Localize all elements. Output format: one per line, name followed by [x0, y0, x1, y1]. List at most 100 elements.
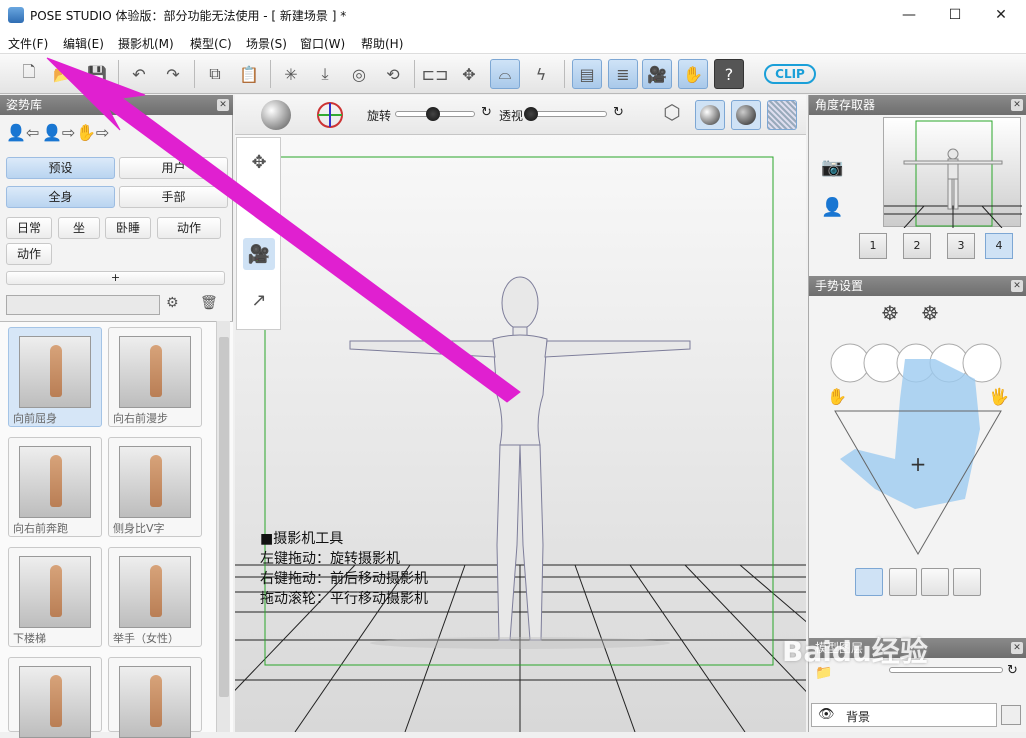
add-category-button[interactable]: + — [6, 271, 225, 285]
layers-icon[interactable]: ≣ — [608, 59, 638, 89]
tab-preset[interactable]: 预设 — [6, 157, 115, 179]
window-title: POSE STUDIO 体验版：部分功能无法使用 - [ 新建场景 ] * — [30, 9, 347, 23]
copy-icon[interactable]: ⧉ — [200, 59, 230, 89]
save-icon[interactable]: 💾 — [82, 59, 112, 89]
left-hand-icon[interactable]: ☸ — [881, 301, 899, 325]
category-lie[interactable]: 卧睡 — [105, 217, 151, 239]
joints-icon[interactable]: ✳ — [276, 59, 306, 89]
open-hand-icon[interactable]: ✋ — [827, 387, 847, 406]
pose-thumb-1[interactable]: 向前屈身 — [8, 327, 102, 427]
spread-hand-icon[interactable]: 🖐 — [989, 387, 1009, 406]
axis-icon[interactable]: ✥ — [454, 59, 484, 89]
panel-list-icon[interactable]: ▤ — [572, 59, 602, 89]
scrollbar-thumb[interactable] — [219, 337, 229, 697]
layer-reset-icon[interactable]: ↻ — [1007, 663, 1018, 678]
3d-viewport[interactable] — [235, 95, 806, 732]
joint-tool-icon[interactable]: ↗ — [243, 284, 275, 316]
rotate-reset-icon[interactable]: ↻ — [481, 105, 492, 120]
pose-thumb-3[interactable]: 向右前奔跑 — [8, 437, 102, 537]
menu-camera[interactable]: 摄影机(M) — [118, 35, 174, 52]
pose-thumb-2[interactable]: 向右前漫步 — [108, 327, 202, 427]
background-texture-icon[interactable] — [767, 100, 797, 130]
angle-slot-3[interactable]: 3 — [947, 233, 975, 259]
right-hand-icon[interactable]: ☸ — [921, 301, 939, 325]
hand-panel-icon[interactable]: ✋ — [678, 59, 708, 89]
category-action[interactable]: 动作 — [157, 217, 221, 239]
help-line-1: ■摄影机工具 — [260, 531, 344, 547]
angle-store-header: 角度存取器 ✕ — [809, 95, 1026, 115]
angle-slot-4[interactable]: 4 — [985, 233, 1013, 259]
menu-edit[interactable]: 编辑(E) — [63, 35, 104, 52]
pose-thumb-6[interactable]: 举手（女性） — [108, 547, 202, 647]
target-icon[interactable]: ◎ — [344, 59, 374, 89]
menu-scene[interactable]: 场景(S) — [246, 35, 287, 52]
reset-pose-icon[interactable]: ⟲ — [378, 59, 408, 89]
portrait-icon[interactable]: 👤 — [821, 197, 843, 218]
pose-search-input[interactable] — [6, 295, 160, 315]
panel-close-icon[interactable]: ✕ — [1011, 642, 1023, 654]
perspective-reset-icon[interactable]: ↻ — [613, 105, 624, 120]
hand-control-area[interactable]: + — [815, 339, 1021, 559]
panel-close-icon[interactable]: ✕ — [217, 99, 229, 111]
angle-preview[interactable] — [883, 117, 1022, 229]
new-file-icon[interactable]: 🗋 — [14, 59, 44, 89]
hand-pose-icon[interactable]: ✋⇨ — [76, 123, 109, 142]
ground-icon[interactable]: ⤓ — [310, 59, 340, 89]
rotate-tool-icon[interactable]: ⟳ — [243, 192, 275, 224]
load-pose-icon[interactable]: 👤⇦ — [6, 123, 39, 142]
open-file-icon[interactable]: 📂 — [48, 59, 78, 89]
scope-full-body[interactable]: 全身 — [6, 186, 115, 208]
layer-row-background[interactable]: 👁 背景 — [811, 703, 997, 727]
panel-close-icon[interactable]: ✕ — [1011, 280, 1023, 292]
wireframe-sphere-icon[interactable] — [695, 100, 725, 130]
shading-sphere-icon[interactable] — [261, 100, 291, 130]
pose-thumb-7[interactable] — [8, 657, 102, 738]
perspective-slider[interactable] — [524, 107, 607, 121]
search-pose-icon[interactable]: ⚙ — [166, 295, 179, 311]
angle-slot-1[interactable]: 1 — [859, 233, 887, 259]
layer-settings-icon[interactable] — [1001, 705, 1021, 725]
camera-panel-icon[interactable]: 🎥 — [642, 59, 672, 89]
help-icon[interactable]: ? — [714, 59, 744, 89]
title-bar: POSE STUDIO 体验版：部分功能无法使用 - [ 新建场景 ] * — … — [0, 0, 1026, 30]
redo-icon[interactable]: ↷ — [158, 59, 188, 89]
delete-pose-icon[interactable]: 🗑 — [200, 295, 218, 311]
pose-thumb-8[interactable] — [108, 657, 202, 738]
cube-view-icon[interactable]: ⬡ — [657, 100, 687, 130]
perspective-label: 透视 — [499, 109, 524, 123]
menu-file[interactable]: 文件(F) — [8, 35, 48, 52]
minimize-button[interactable]: — — [886, 0, 932, 30]
paste-icon[interactable]: 📋 — [234, 59, 264, 89]
undo-icon[interactable]: ↶ — [124, 59, 154, 89]
solid-sphere-icon[interactable] — [731, 100, 761, 130]
menu-help[interactable]: 帮助(H) — [361, 35, 403, 52]
menu-window[interactable]: 窗口(W) — [300, 35, 345, 52]
capture-angle-icon[interactable]: 📷 — [821, 157, 843, 178]
scope-hand[interactable]: 手部 — [119, 186, 228, 208]
category-daily[interactable]: 日常 — [6, 217, 52, 239]
tab-user[interactable]: 用户 — [119, 157, 228, 179]
pose-list-scrollbar[interactable] — [216, 321, 230, 732]
category-action-2[interactable]: 动作 — [6, 243, 52, 265]
hand-preset-1[interactable] — [855, 568, 883, 596]
hand-preset-3[interactable] — [921, 568, 949, 596]
pose-thumb-5[interactable]: 下楼梯 — [8, 547, 102, 647]
category-sit[interactable]: 坐 — [58, 217, 100, 239]
menu-model[interactable]: 模型(C) — [190, 35, 232, 52]
pose-thumb-4[interactable]: 侧身比V字 — [108, 437, 202, 537]
save-pose-icon[interactable]: 👤⇨ — [42, 123, 75, 142]
move-tool-icon[interactable]: ✥ — [243, 146, 275, 178]
panel-close-icon[interactable]: ✕ — [1011, 99, 1023, 111]
lightning-icon[interactable]: ϟ — [526, 59, 556, 89]
bone-icon[interactable]: ⊏⊐ — [420, 59, 450, 89]
maximize-button[interactable]: ☐ — [932, 0, 978, 30]
eye-icon[interactable]: 👁 — [818, 707, 835, 722]
hand-preset-2[interactable] — [889, 568, 917, 596]
camera-tool-icon[interactable]: 🎥 — [243, 238, 275, 270]
color-wheel-icon[interactable] — [315, 100, 345, 130]
close-button[interactable]: ✕ — [978, 0, 1024, 30]
hand-preset-4[interactable] — [953, 568, 981, 596]
rotate-slider[interactable] — [395, 107, 475, 121]
floor-grid-icon[interactable]: ⌓ — [490, 59, 520, 89]
angle-slot-2[interactable]: 2 — [903, 233, 931, 259]
